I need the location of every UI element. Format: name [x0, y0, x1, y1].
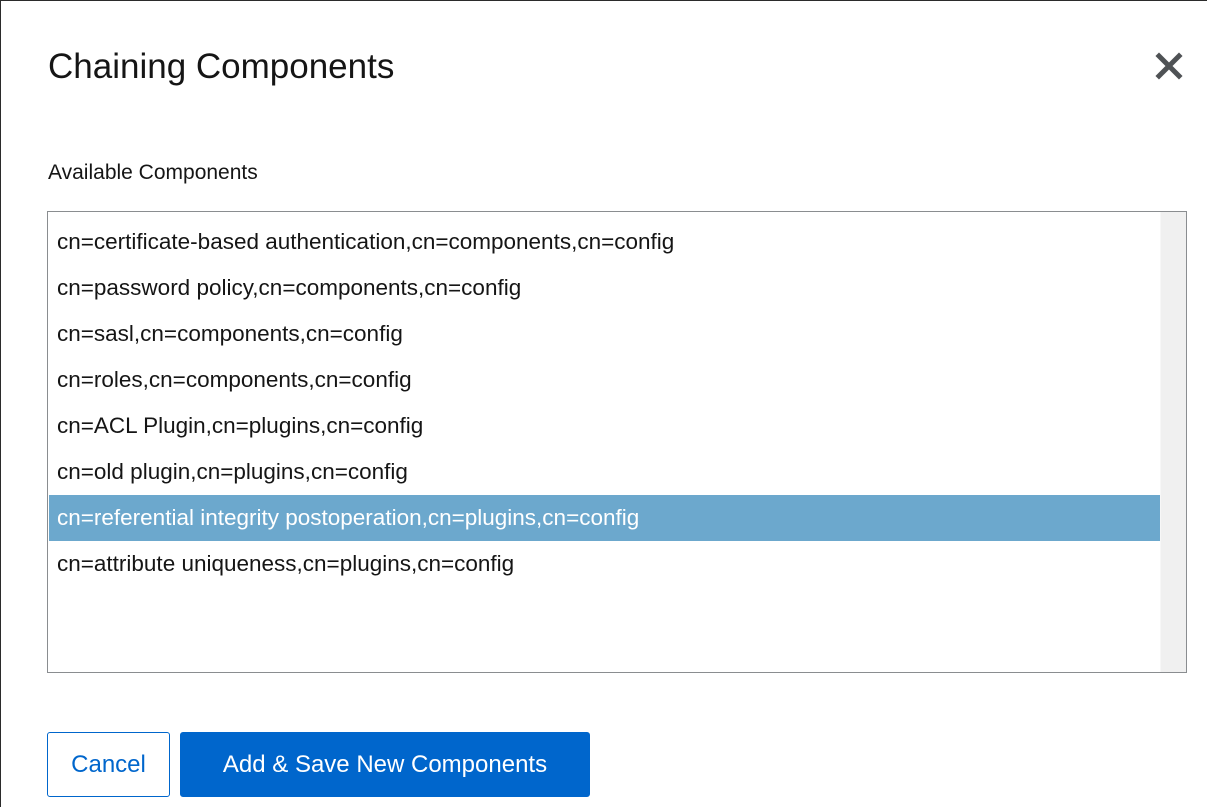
dialog-title: Chaining Components	[48, 47, 395, 86]
component-option[interactable]: cn=attribute uniqueness,cn=plugins,cn=co…	[49, 541, 1162, 587]
close-button[interactable]	[1149, 45, 1193, 89]
add-save-components-button[interactable]: Add & Save New Components	[180, 732, 590, 797]
component-option-selected[interactable]: cn=referential integrity postoperation,c…	[49, 495, 1162, 541]
component-options: cn=certificate-based authentication,cn=c…	[49, 219, 1162, 587]
available-components-label: Available Components	[48, 161, 258, 184]
listbox-scrollbar[interactable]	[1160, 212, 1186, 672]
cancel-button[interactable]: Cancel	[47, 732, 170, 797]
available-components-listbox[interactable]: cn=certificate-based authentication,cn=c…	[47, 211, 1187, 673]
component-option[interactable]: cn=ACL Plugin,cn=plugins,cn=config	[49, 403, 1162, 449]
component-option[interactable]: cn=certificate-based authentication,cn=c…	[49, 219, 1162, 265]
close-icon	[1149, 45, 1193, 89]
component-option[interactable]: cn=sasl,cn=components,cn=config	[49, 311, 1162, 357]
component-option[interactable]: cn=roles,cn=components,cn=config	[49, 357, 1162, 403]
component-option[interactable]: cn=old plugin,cn=plugins,cn=config	[49, 449, 1162, 495]
chaining-components-dialog: Chaining Components Available Components…	[0, 0, 1207, 807]
component-option[interactable]: cn=password policy,cn=components,cn=conf…	[49, 265, 1162, 311]
